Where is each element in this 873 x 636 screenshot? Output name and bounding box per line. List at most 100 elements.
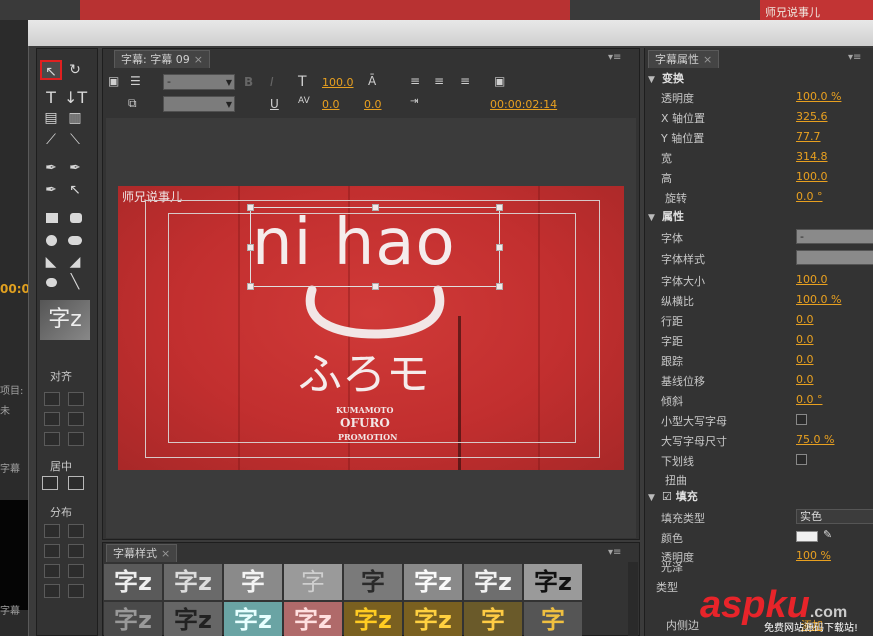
italic-button[interactable]: I	[270, 75, 274, 89]
prop-slant-value[interactable]: 0.0 °	[796, 393, 823, 406]
prop-font-size-value[interactable]: 100.0	[796, 273, 828, 286]
resize-handle-sw[interactable]	[247, 283, 254, 290]
props-panel-menu-icon[interactable]: ▾≡	[848, 52, 861, 63]
align-text-center-button[interactable]: ≡	[434, 74, 444, 88]
style-swatch[interactable]: 字z	[164, 602, 222, 636]
style-swatch[interactable]: 字z	[224, 602, 282, 636]
align-bottom-button[interactable]	[68, 432, 84, 446]
prop-leading-value[interactable]: 0.0	[796, 313, 814, 326]
leading-value[interactable]: 0.0	[364, 98, 382, 111]
style-swatch[interactable]: 字z	[344, 602, 402, 636]
align-text-right-button[interactable]: ≡	[460, 74, 470, 88]
tab-stops-icon[interactable]: ⇥	[410, 96, 418, 107]
rotate-tool[interactable]: ↻	[64, 60, 86, 80]
vertical-area-type-tool[interactable]: ▥	[64, 108, 86, 128]
style-swatch[interactable]: 字z	[104, 602, 162, 636]
collapse-triangle-icon[interactable]: ▼	[648, 493, 662, 503]
distribute-8-button[interactable]	[68, 584, 84, 598]
prop-x-position-value[interactable]: 325.6	[796, 110, 828, 123]
styles-panel-menu-icon[interactable]: ▾≡	[608, 547, 621, 558]
align-left-button[interactable]	[44, 392, 60, 406]
style-swatch[interactable]: 字	[524, 602, 582, 636]
style-swatch[interactable]: 字	[344, 564, 402, 600]
prop-opacity-value[interactable]: 100.0 %	[796, 90, 841, 103]
prop-y-position-value[interactable]: 77.7	[796, 130, 821, 143]
section-attributes[interactable]: ▼ 属性	[648, 208, 873, 226]
show-video-icon[interactable]: ▣	[494, 74, 505, 88]
small-caps-checkbox[interactable]	[796, 414, 807, 425]
tab-close-icon[interactable]: ×	[194, 53, 203, 66]
window-titlebar[interactable]	[28, 20, 873, 46]
styles-tab-close-icon[interactable]: ×	[161, 547, 170, 560]
distribute-2-button[interactable]	[68, 524, 84, 538]
prop-caps-size-value[interactable]: 75.0 %	[796, 433, 834, 446]
prop-height-value[interactable]: 100.0	[796, 170, 828, 183]
align-text-left-button[interactable]: ≡	[410, 74, 420, 88]
clipped-corner-tool[interactable]	[46, 235, 57, 246]
eyedropper-icon[interactable]: ✎	[823, 528, 832, 541]
vertical-path-type-tool[interactable]: ⟍	[64, 130, 86, 150]
type-tool[interactable]: T	[40, 88, 62, 108]
line-tool[interactable]: ╲	[64, 272, 86, 292]
style-swatch[interactable]: 字	[464, 602, 522, 636]
path-type-tool[interactable]: ⟋	[40, 130, 62, 150]
align-vcenter-button[interactable]	[68, 412, 84, 426]
underline-checkbox[interactable]	[796, 454, 807, 465]
wedge-tool[interactable]: ◣	[40, 252, 62, 272]
font-style-dropdown[interactable]	[163, 96, 235, 112]
collapse-triangle-icon[interactable]: ▼	[648, 213, 662, 223]
fill-checkbox-icon[interactable]: ☑	[662, 490, 676, 503]
distribute-7-button[interactable]	[44, 584, 60, 598]
prop-aspect-value[interactable]: 100.0 %	[796, 293, 841, 306]
vertical-type-tool[interactable]: ↓T	[64, 88, 87, 108]
add-anchor-tool[interactable]: ✒	[40, 180, 62, 200]
prop-font-dropdown[interactable]: -	[796, 229, 873, 244]
style-swatch[interactable]: 字z	[284, 602, 342, 636]
template-icon[interactable]: ⧉	[128, 96, 137, 111]
prop-font-style-dropdown[interactable]	[796, 250, 873, 265]
style-swatch[interactable]: 字	[284, 564, 342, 600]
font-family-dropdown[interactable]: -	[163, 74, 235, 90]
area-type-tool[interactable]: ▤	[40, 108, 62, 128]
prop-distort[interactable]: 扭曲	[661, 469, 873, 489]
font-size-value[interactable]: 100.0	[322, 76, 354, 89]
pen-tool[interactable]: ✒	[40, 158, 62, 178]
selection-tool[interactable]: ↖	[40, 60, 62, 80]
text-bounding-box[interactable]	[247, 204, 503, 290]
arc-tool[interactable]: ◢	[64, 252, 86, 272]
timecode-value[interactable]: 00:00:02:14	[490, 98, 557, 111]
resize-handle-ne[interactable]	[496, 204, 503, 211]
tab-title-properties[interactable]: 字幕属性 ×	[648, 50, 720, 68]
style-swatch[interactable]: 字z	[164, 564, 222, 600]
new-title-icon[interactable]: ▣	[108, 74, 119, 88]
resize-handle-n[interactable]	[372, 204, 379, 211]
convert-anchor-tool[interactable]: ↖	[64, 180, 86, 200]
align-hcenter-button[interactable]	[44, 412, 60, 426]
style-swatch[interactable]: 字	[224, 564, 282, 600]
distribute-3-button[interactable]	[44, 544, 60, 558]
style-swatch[interactable]: 字z	[104, 564, 162, 600]
section-transform[interactable]: ▼ 变换	[648, 70, 873, 88]
fill-color-swatch[interactable]	[796, 531, 818, 542]
section-fill[interactable]: ▼ ☑ 填充	[648, 488, 873, 506]
prop-tracking-value[interactable]: 0.0	[796, 353, 814, 366]
delete-anchor-tool[interactable]: ✒	[64, 158, 86, 178]
prop-baseline-value[interactable]: 0.0	[796, 373, 814, 386]
collapse-triangle-icon[interactable]: ▼	[648, 75, 662, 85]
style-swatch[interactable]: 字z	[524, 564, 582, 600]
resize-handle-e[interactable]	[496, 244, 503, 251]
resize-handle-nw[interactable]	[247, 204, 254, 211]
fill-type-dropdown[interactable]: 实色	[796, 509, 873, 524]
underline-button[interactable]: U	[270, 97, 279, 111]
round-corner-tool[interactable]	[68, 236, 82, 245]
resize-handle-se[interactable]	[496, 283, 503, 290]
align-right-button[interactable]	[44, 432, 60, 446]
bold-button[interactable]: B	[244, 75, 253, 89]
distribute-4-button[interactable]	[68, 544, 84, 558]
resize-handle-w[interactable]	[247, 244, 254, 251]
tab-title-09[interactable]: 字幕: 字幕 09 ×	[114, 50, 210, 68]
kerning-value[interactable]: 0.0	[322, 98, 340, 111]
prop-kerning-value[interactable]: 0.0	[796, 333, 814, 346]
roll-crawl-icon[interactable]: ☰	[130, 74, 141, 88]
prop-width-value[interactable]: 314.8	[796, 150, 828, 163]
